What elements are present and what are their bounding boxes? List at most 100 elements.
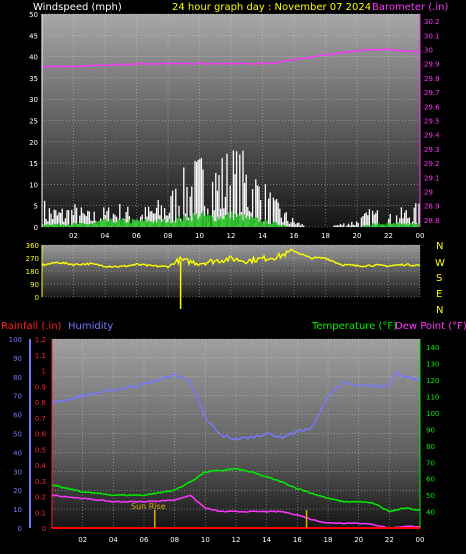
wind-y-tick: 10 [29, 181, 38, 189]
climate-x-tick: 08 [170, 536, 179, 544]
climate-x-tick: 20 [354, 536, 363, 544]
compass-letter-s: S [436, 273, 442, 284]
rainfall-y-tick: 0.5 [35, 446, 46, 454]
wind-x-tick: 06 [132, 232, 141, 240]
rainfall-y-tick: 1 [42, 368, 46, 376]
temperature-y-tick: 130 [426, 361, 439, 369]
wind-y-tick: 0 [34, 224, 38, 232]
climate-x-tick: 12 [232, 536, 241, 544]
compass-letter-n-bottom: N [436, 305, 443, 316]
compass-letters: N W S E N [435, 241, 445, 316]
humidity-y-tick: 50 [13, 431, 22, 439]
wind-y-tick: 5 [34, 203, 38, 211]
compass-letter-w: W [435, 258, 445, 269]
wind-y-tick: 30 [29, 96, 38, 104]
wind-y-tick: 15 [29, 160, 38, 168]
rainfall-y-tick: 0.7 [35, 415, 46, 423]
temperature-y-tick: 80 [426, 443, 435, 451]
barometer-y-tick: 29.2 [424, 160, 440, 168]
wind-y-tick: 20 [29, 139, 38, 147]
direction-y-tick: 0 [35, 294, 39, 302]
wind-y-tick: 40 [29, 54, 38, 62]
rainfall-axis-label: Rainfall (.in) [1, 321, 62, 332]
climate-x-tick: 18 [324, 536, 333, 544]
temperature-y-tick: 60 [426, 476, 435, 484]
barometer-y-tick: 29.8 [424, 75, 440, 83]
dewpoint-axis-label: Dew Point (°F) [395, 321, 466, 332]
barometer-y-tick: 29.9 [424, 61, 440, 69]
wind-x-tick: 22 [384, 232, 393, 240]
barometer-y-tick: 30.1 [424, 32, 440, 40]
wind-x-tick: 12 [227, 232, 236, 240]
temperature-y-tick: 110 [426, 394, 439, 402]
direction-axis-ticks: 0 90 180 270 360 [26, 242, 39, 302]
wind-x-tick: 08 [164, 232, 173, 240]
humidity-y-tick: 40 [13, 449, 22, 457]
rainfall-y-tick: 0.2 [35, 494, 46, 502]
wind-y-tick: 35 [29, 75, 38, 83]
temperature-y-tick: 70 [426, 459, 435, 467]
barometer-y-tick: 30 [424, 47, 433, 55]
humidity-y-tick: 0 [18, 525, 22, 533]
wind-x-tick: 16 [290, 232, 299, 240]
wind-x-tick: 00 [416, 232, 425, 240]
humidity-axis-label: Humidity [68, 321, 113, 332]
wind-y-tick: 50 [29, 11, 38, 19]
humidity-y-tick: 80 [13, 374, 22, 382]
compass-letter-e: E [436, 289, 442, 300]
temperature-y-tick: 90 [426, 426, 435, 434]
climate-x-tick: 02 [78, 536, 87, 544]
humidity-y-tick: 60 [13, 412, 22, 420]
barometer-y-tick: 28.9 [424, 203, 440, 211]
rainfall-y-tick: 0.4 [35, 462, 47, 470]
temperature-y-tick: 120 [426, 377, 439, 385]
barometer-y-tick: 29.4 [424, 132, 440, 140]
wind-x-tick: 10 [195, 232, 204, 240]
rainfall-y-tick: 0.3 [35, 478, 46, 486]
climate-x-tick: 22 [385, 536, 394, 544]
barometer-y-tick: 28.8 [424, 217, 440, 225]
direction-y-tick: 360 [26, 242, 39, 250]
humidity-y-tick: 10 [13, 506, 22, 514]
climate-x-tick: 06 [140, 536, 149, 544]
humidity-y-tick: 100 [9, 336, 22, 344]
rainfall-y-tick: 0.1 [35, 509, 46, 517]
barometer-axis-label: Barometer (.in) [372, 2, 448, 13]
wind-x-tick: 02 [69, 232, 78, 240]
barometer-y-tick: 30.2 [424, 18, 440, 26]
temperature-axis-label: Temperature (°F) [311, 321, 397, 332]
temperature-y-tick: 40 [426, 509, 435, 517]
direction-y-tick: 180 [26, 268, 39, 276]
climate-x-tick: 14 [262, 536, 271, 544]
barometer-y-tick: 29 [424, 189, 433, 197]
humidity-y-tick: 70 [13, 393, 22, 401]
climate-x-tick: 16 [293, 536, 302, 544]
compass-letter-n-top: N [436, 241, 443, 252]
rainfall-y-tick: 0.6 [35, 431, 47, 439]
graph-title: 24 hour graph day : November 07 2024 [172, 2, 371, 13]
barometer-y-tick: 29.1 [424, 174, 440, 182]
humidity-y-tick: 90 [13, 355, 22, 363]
rainfall-y-tick: 0 [42, 525, 46, 533]
humidity-y-tick: 20 [13, 487, 22, 495]
wind-x-tick: 20 [353, 232, 362, 240]
barometer-y-tick: 29.3 [424, 146, 440, 154]
weather-graph: Windspeed (mph) 24 hour graph day : Nove… [1, 2, 466, 544]
wind-x-tick: 18 [321, 232, 330, 240]
rainfall-y-tick: 0.8 [35, 399, 46, 407]
sunrise-annotation: Sun Rise [131, 502, 166, 511]
climate-x-tick: 10 [201, 536, 210, 544]
rainfall-y-tick: 0.9 [35, 383, 46, 391]
climate-x-tick: 00 [416, 536, 425, 544]
barometer-y-tick: 29.5 [424, 118, 440, 126]
humidity-y-tick: 30 [13, 468, 22, 476]
barometer-y-tick: 29.7 [424, 89, 440, 97]
temperature-y-tick: 100 [426, 410, 439, 418]
temperature-y-tick: 50 [426, 492, 435, 500]
direction-y-tick: 90 [30, 281, 39, 289]
wind-x-tick: 14 [258, 232, 267, 240]
wind-axis-label: Windspeed (mph) [33, 2, 122, 13]
wind-x-tick: 04 [101, 232, 110, 240]
rainfall-y-tick: 1.1 [35, 352, 46, 360]
temperature-y-tick: 140 [426, 344, 439, 352]
